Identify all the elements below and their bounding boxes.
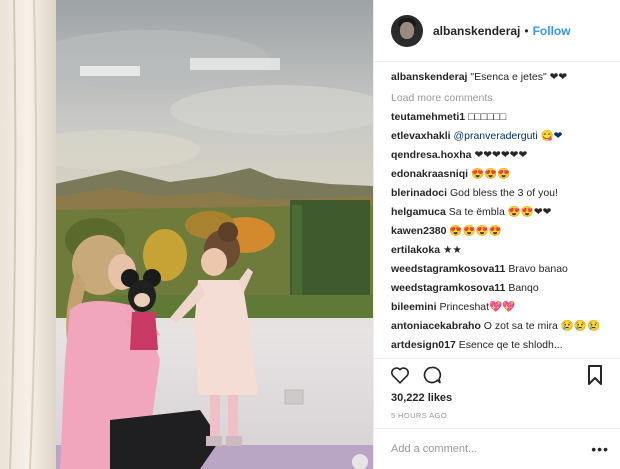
comment-icon[interactable] [420,363,444,387]
comment-row: antoniacekabraho O zot sa te mira 😢😢😢 [391,319,603,338]
heart-icon[interactable] [388,363,412,387]
comment-row: bileemini Princeshat💖💖 [391,300,603,319]
header-separator: • [524,23,529,38]
comment-username[interactable]: qendresa.hoxha [391,149,472,161]
comment-username[interactable]: weedstagramkosova11 [391,263,505,275]
caption: albanskenderaj "Esenca e jetes" ❤❤ [391,70,603,91]
avatar[interactable] [391,14,423,47]
post-panel: albanskenderaj • Follow albanskenderaj "… [373,0,620,469]
avatar-face [400,21,414,39]
comment-username[interactable]: blerinadoci [391,187,447,199]
comments-list: albanskenderaj "Esenca e jetes" ❤❤ Load … [374,62,620,358]
comment-row: weedstagramkosova11 Banqo [391,281,603,300]
comment-input[interactable] [391,443,592,455]
comment-text: Princeshat💖💖 [439,301,516,313]
comment-username[interactable]: antoniacekabraho [391,320,481,332]
comment-username[interactable]: edonakraasniqi [391,168,468,180]
comment-text: 😍😍😍😍 [449,225,502,237]
post-header: albanskenderaj • Follow [374,0,620,62]
follow-button[interactable]: Follow [533,24,571,38]
comment-username[interactable]: artdesign017 [391,339,456,351]
comment-text: □□□□□□ [468,111,507,123]
comment-username[interactable]: weedstagramkosova11 [391,282,505,294]
caption-text: "Esenca e jetes" ❤❤ [470,71,568,83]
comment-text: ❤❤❤❤❤❤ [474,149,528,161]
comment-row: artdesign017 Esence qe te shlodh... [391,338,603,357]
comment-text: Sa te ëmbla 😍😍❤❤ [448,206,552,218]
comment-text: Banqo [508,282,539,294]
comment-text: ★★ [442,244,462,256]
comment-username[interactable]: ertilakoka [391,244,440,256]
add-comment-bar: ••• [374,428,620,469]
comment-row: teutamehmeti1 □□□□□□ [391,110,603,129]
action-bar [374,358,620,390]
photo-illustration [0,0,373,469]
comment-row: qendresa.hoxha ❤❤❤❤❤❤ [391,148,603,167]
comment-row: helgamuca Sa te ëmbla 😍😍❤❤ [391,205,603,224]
load-more-comments[interactable]: Load more comments [391,91,603,110]
comment-text: Esence qe te shlodh... [458,339,563,351]
comment-text: Bravo banao [508,263,568,275]
likes-count[interactable]: 30,222 likes [391,392,452,404]
comment-row: etlevaxhakli @pranveraderguti 😋❤ [391,129,603,148]
comment-row: kawen2380 😍😍😍😍 [391,224,603,243]
comment-username[interactable]: teutamehmeti1 [391,111,465,123]
post-timestamp: 5 HOURS AGO [391,411,448,420]
comment-username[interactable]: bileemini [391,301,437,313]
comment-text: 😍😍😍 [470,168,511,180]
comment-row: ertilakoka ★★ [391,243,603,262]
comment-username[interactable]: etlevaxhakli [391,130,451,142]
post-photo[interactable] [0,0,373,469]
comment-row: weedstagramkosova11 Bravo banao [391,262,603,281]
comment-row: edonakraasniqi 😍😍😍 [391,167,603,186]
caption-username[interactable]: albanskenderaj [391,71,467,83]
comment-username[interactable]: kawen2380 [391,225,446,237]
comment-text: God bless the 3 of you! [449,187,558,199]
comment-username[interactable]: helgamuca [391,206,446,218]
more-options-icon[interactable]: ••• [591,441,609,457]
comment-text: O zot sa te mira 😢😢😢 [483,320,601,332]
post-username[interactable]: albanskenderaj [433,24,520,38]
comment-row: blerinadoci God bless the 3 of you! [391,186,603,205]
bookmark-icon[interactable] [583,363,607,387]
comment-text[interactable]: @pranveraderguti 😋❤ [453,130,562,142]
